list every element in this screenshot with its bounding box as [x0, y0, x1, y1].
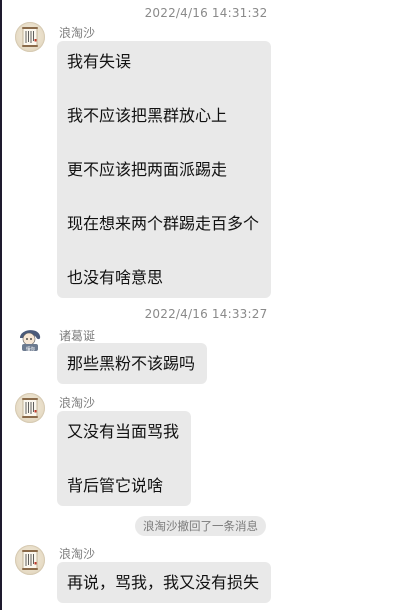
message-line: 也没有啥意思 — [67, 268, 164, 287]
timestamp: 2022/4/16 14:33:27 — [144, 307, 268, 321]
message-line: 更不应该把两面派踢走 — [67, 160, 228, 179]
message-bubble[interactable]: 那些黑粉不该踢吗 — [57, 343, 207, 384]
message-line: 现在想来两个群踢走百多个 — [67, 214, 260, 233]
scroll-avatar-icon[interactable] — [15, 545, 45, 575]
sender-name: 浪淘沙 — [59, 26, 96, 40]
scroll-avatar-icon[interactable] — [15, 22, 45, 52]
message-line: 那些黑粉不该踢吗 — [67, 354, 196, 373]
recall-notice: 浪淘沙撤回了一条消息 — [135, 516, 266, 536]
message-bubble[interactable]: 再说，骂我，我又没有损失 — [57, 562, 271, 603]
cartoon-avatar-icon[interactable]: 懂你 — [15, 324, 45, 354]
sender-name: 浪淘沙 — [59, 396, 96, 410]
sender-name: 诸葛诞 — [59, 329, 96, 343]
message-bubble[interactable]: 又没有当面骂我 背后管它说啥 — [57, 411, 191, 506]
avatar-caption: 懂你 — [26, 346, 35, 353]
message-line: 再说，骂我，我又没有损失 — [67, 573, 260, 592]
message-line: 又没有当面骂我 — [67, 422, 180, 441]
message-line: 我不应该把黑群放心上 — [67, 106, 228, 125]
message-bubble[interactable]: 我有失误 我不应该把黑群放心上 更不应该把两面派踢走 现在想来两个群踢走百多个 … — [57, 41, 271, 298]
window-left-border — [0, 0, 2, 610]
message-line: 我有失误 — [67, 52, 132, 71]
sender-name: 浪淘沙 — [59, 547, 96, 561]
scroll-avatar-icon[interactable] — [15, 393, 45, 423]
timestamp: 2022/4/16 14:31:32 — [144, 6, 268, 20]
message-line: 背后管它说啥 — [67, 476, 164, 495]
